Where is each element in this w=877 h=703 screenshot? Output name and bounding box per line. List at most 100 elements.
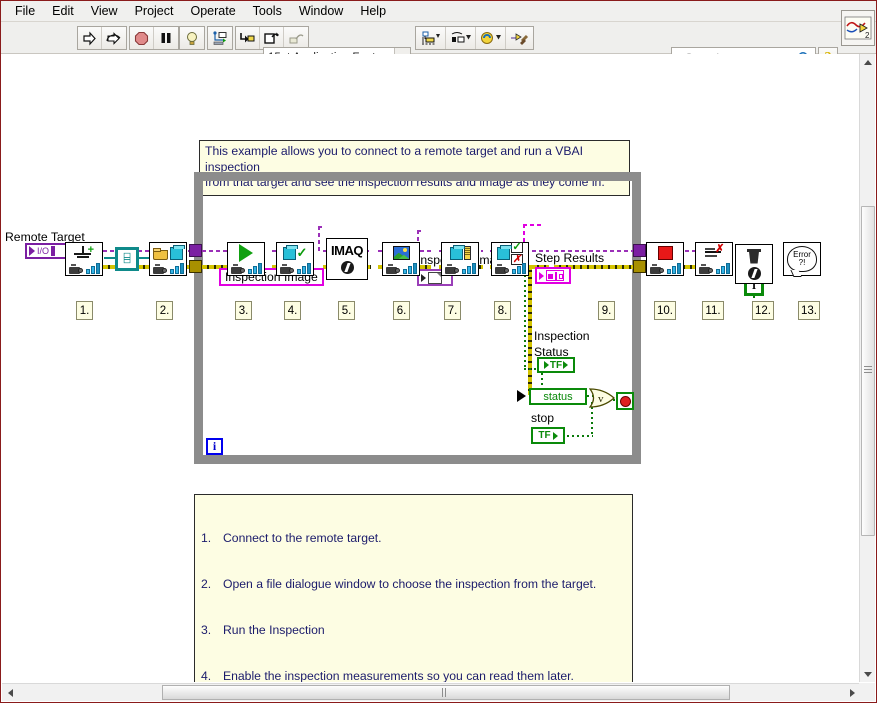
svg-text:2: 2 bbox=[865, 31, 870, 40]
stop-boolean-terminal[interactable]: TF bbox=[531, 427, 565, 444]
camera-icon bbox=[444, 264, 460, 274]
vi-node-run-inspection[interactable] bbox=[227, 242, 265, 276]
vi-node-open-connection[interactable]: + bbox=[65, 242, 103, 276]
wire-image-branch bbox=[318, 226, 320, 251]
stop-label: stop bbox=[531, 411, 555, 425]
wire-bool-inspection-status bbox=[524, 270, 526, 368]
step-tag-7: 7. bbox=[444, 301, 461, 320]
step-row: 2. Open a file dialogue window to choose … bbox=[201, 577, 626, 592]
close-connection-icon: ✗ bbox=[704, 244, 725, 260]
step-tag-2: 2. bbox=[156, 301, 173, 320]
step-number: 2. bbox=[201, 577, 212, 592]
menu-item-tools[interactable]: Tools bbox=[245, 2, 291, 21]
stop-red-dot-icon bbox=[619, 395, 631, 407]
vi-node-imaq-create[interactable]: IMAQ bbox=[326, 238, 368, 280]
clean-up-diagram-icon[interactable] bbox=[506, 27, 533, 49]
step-row: 3. Run the Inspection bbox=[201, 623, 626, 638]
scroll-up-arrow-icon[interactable] bbox=[861, 55, 875, 69]
scroll-left-arrow-icon[interactable] bbox=[3, 686, 17, 700]
cube-icon bbox=[497, 244, 512, 260]
camera-icon bbox=[494, 264, 510, 274]
run-arrow-icon[interactable] bbox=[78, 27, 102, 49]
vi-connector-pane-icon[interactable]: 2 bbox=[841, 10, 875, 46]
checkmark-icon: ✓ bbox=[296, 245, 308, 260]
step-tag-10: 10. bbox=[654, 301, 676, 320]
step-out-icon[interactable] bbox=[284, 27, 308, 49]
step-into-icon[interactable] bbox=[236, 27, 260, 49]
step-number: 3. bbox=[201, 623, 212, 638]
loop-tunnel-error-in[interactable] bbox=[189, 260, 202, 273]
or-gate-icon[interactable]: v bbox=[589, 388, 615, 408]
menu-item-help[interactable]: Help bbox=[352, 2, 395, 21]
menu-bar: File Edit View Project Operate Tools Win… bbox=[1, 1, 876, 22]
abort-execution-icon[interactable] bbox=[130, 27, 154, 49]
boolean-tf-label: TF bbox=[549, 359, 563, 371]
vi-node-read-status[interactable]: ✓ ✗ bbox=[491, 240, 529, 276]
loop-tunnel-refnum[interactable] bbox=[633, 244, 646, 257]
scroll-right-arrow-icon[interactable] bbox=[845, 686, 859, 700]
imaq-text-label: IMAQ bbox=[331, 243, 363, 258]
vi-node-error-handler[interactable]: Error ?! bbox=[783, 242, 821, 277]
document-icon bbox=[428, 271, 442, 284]
camera-icon bbox=[230, 264, 246, 274]
scrollbar-corner bbox=[859, 683, 875, 701]
scroll-down-arrow-icon[interactable] bbox=[861, 667, 875, 681]
status-terminal[interactable]: status bbox=[529, 388, 587, 405]
step-tag-6: 6. bbox=[393, 301, 410, 320]
vi-node-stop-inspection[interactable] bbox=[646, 242, 684, 276]
while-loop-frame[interactable] bbox=[194, 172, 641, 464]
vi-node-display-image[interactable] bbox=[382, 242, 420, 276]
step-tag-8: 8. bbox=[494, 301, 511, 320]
bars-icon bbox=[666, 263, 681, 274]
highlight-execution-lightbulb-icon[interactable] bbox=[180, 27, 204, 49]
remote-target-io-terminal[interactable]: I/O bbox=[25, 243, 67, 259]
align-objects-icon[interactable] bbox=[416, 27, 446, 49]
vi-node-open-inspection[interactable] bbox=[149, 242, 187, 276]
step-tag-4: 4. bbox=[284, 301, 301, 320]
vi-node-enable-measurements[interactable]: ✓ bbox=[276, 242, 314, 276]
toolbar-retain-group bbox=[207, 26, 233, 50]
block-diagram-canvas[interactable]: This example allows you to connect to a … bbox=[1, 54, 846, 682]
run-continuously-icon[interactable] bbox=[102, 27, 126, 49]
bars-icon bbox=[402, 263, 417, 274]
retain-wire-values-icon[interactable] bbox=[208, 27, 232, 49]
distribute-objects-icon[interactable] bbox=[446, 27, 476, 49]
camera-icon bbox=[385, 264, 401, 274]
toolbar: 15pt Application Font bbox=[1, 22, 876, 69]
cube-icon bbox=[449, 244, 465, 260]
vi-node-close-connection[interactable]: ✗ bbox=[695, 242, 733, 276]
loop-tunnel-refnum-in[interactable] bbox=[189, 244, 202, 257]
step-text: Open a file dialogue window to choose th… bbox=[223, 577, 597, 592]
menu-label-operate: Operate bbox=[190, 3, 236, 18]
step-results-indicator[interactable] bbox=[535, 267, 571, 284]
stop-button-terminal[interactable] bbox=[616, 392, 634, 410]
reorder-objects-icon[interactable] bbox=[476, 27, 506, 49]
vi-node-read-measurements[interactable] bbox=[441, 242, 479, 276]
step-over-icon[interactable] bbox=[260, 27, 284, 49]
wire-refnum-branch bbox=[417, 230, 421, 232]
vertical-scrollbar[interactable] bbox=[859, 54, 875, 682]
toolbar-highlight-group bbox=[179, 26, 205, 50]
horizontal-scrollbar[interactable] bbox=[2, 683, 860, 701]
pause-icon[interactable] bbox=[154, 27, 178, 49]
step-results-label: Step Results bbox=[535, 251, 605, 265]
bars-icon bbox=[715, 263, 730, 274]
menu-item-edit[interactable]: Edit bbox=[44, 2, 83, 21]
menu-item-project[interactable]: Project bbox=[127, 2, 183, 21]
error-bubble-icon: Error ?! bbox=[787, 246, 817, 277]
file-path-constant[interactable]: ⌸ bbox=[115, 247, 139, 271]
camera-icon bbox=[68, 264, 84, 274]
cube-icon bbox=[282, 244, 298, 260]
step-tag-11: 11. bbox=[702, 301, 724, 320]
menu-item-window[interactable]: Window bbox=[291, 2, 352, 21]
loop-iteration-terminal[interactable]: i bbox=[206, 438, 223, 455]
menu-item-file[interactable]: File bbox=[7, 2, 44, 21]
inspection-status-indicator[interactable]: TF bbox=[537, 357, 575, 373]
vi-node-imaq-dispose[interactable] bbox=[735, 244, 773, 284]
imaq-gear-icon bbox=[747, 266, 761, 280]
wire-step-results-h bbox=[523, 224, 541, 226]
menu-item-view[interactable]: View bbox=[83, 2, 127, 21]
loop-tunnel-error[interactable] bbox=[633, 260, 646, 273]
menu-item-operate[interactable]: Operate bbox=[182, 2, 244, 21]
checkmark-icon: ✓ bbox=[511, 240, 523, 253]
